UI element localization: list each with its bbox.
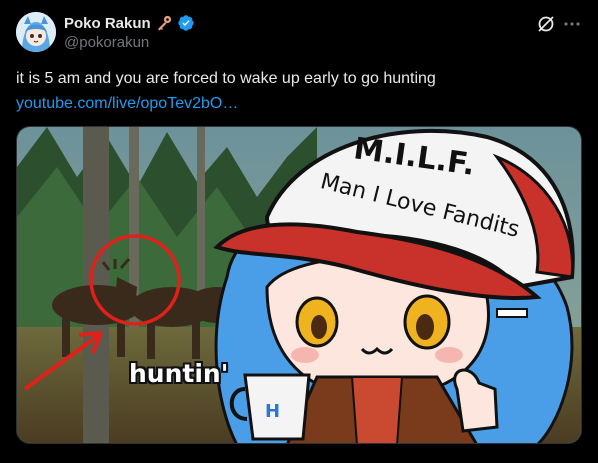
- hunt-caption: huntin': [129, 359, 229, 388]
- grok-icon[interactable]: [536, 14, 556, 34]
- author-name-row: Poko Rakun: [64, 13, 195, 33]
- svg-text:H: H: [265, 401, 280, 422]
- avatar[interactable]: [16, 12, 56, 52]
- media-image[interactable]: M.I.L.F. Man I Love Fandits H huntin': [16, 126, 582, 444]
- author-handle[interactable]: @pokorakun: [64, 34, 149, 51]
- display-name[interactable]: Poko Rakun: [64, 15, 151, 32]
- more-icon[interactable]: [562, 14, 582, 34]
- key-icon: [155, 14, 173, 32]
- verified-icon[interactable]: [177, 14, 195, 32]
- tweet-text: it is 5 am and you are forced to wake up…: [16, 70, 436, 87]
- tweet-link[interactable]: youtube.com/live/opoTev2bO…: [16, 94, 238, 114]
- tweet: Poko Rakun @pokorakun it is 5 am and you…: [0, 0, 598, 463]
